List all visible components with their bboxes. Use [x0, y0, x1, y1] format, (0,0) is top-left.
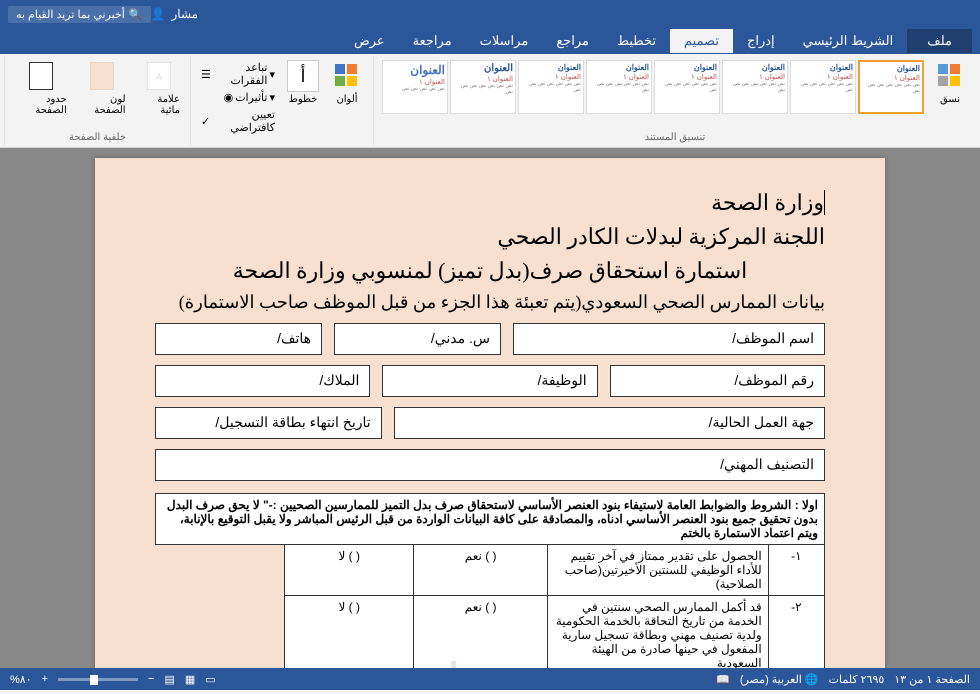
ribbon-tabs: ملف الشريط الرئيسي إدراج تصميم تخطيط مرا… [0, 28, 980, 54]
zoom-slider[interactable] [58, 678, 138, 681]
page-borders-icon [25, 60, 57, 92]
field-current-work[interactable]: جهة العمل الحالية/ [394, 407, 825, 439]
watermark-button[interactable]: A علامة مائية [134, 58, 184, 118]
fonts-icon: أ [287, 60, 319, 92]
tab-insert[interactable]: إدراج [733, 29, 789, 53]
colors-icon [331, 60, 363, 92]
document-area[interactable]: وزارة الصحة اللجنة المركزية لبدلات الكاد… [0, 148, 980, 668]
spacing-icon: ☰ [201, 68, 211, 81]
tab-view[interactable]: عرض [340, 29, 399, 53]
theme-tile[interactable]: العنوانالعنوان ١نص نص نص نص نص نص نص [586, 60, 652, 114]
tab-layout[interactable]: تخطيط [603, 29, 670, 53]
row-text[interactable]: قد أكمل الممارس الصحي سنتين في الخدمة من… [547, 596, 768, 669]
title-bar: مشار 👤 🔍 أخبرني بما تريد القيام به [0, 0, 980, 28]
view-print-icon[interactable]: ▦ [185, 673, 195, 686]
colors-label: ألوان [336, 94, 357, 105]
fonts-button[interactable]: أ خطوط [283, 58, 323, 107]
fonts-label: خطوط [289, 94, 318, 105]
effects-button[interactable]: ▾تأثيرات◉ [197, 90, 279, 105]
page-color-label: لون الصفحة [79, 94, 126, 116]
tab-references[interactable]: مراجع [542, 29, 603, 53]
row-num[interactable]: ٢- [768, 596, 824, 669]
theme-tile[interactable]: العنوانالعنوان ١نص نص نص نص نص نص نص [518, 60, 584, 114]
yes-option[interactable]: ( ) نعم [414, 545, 548, 596]
tab-mailings[interactable]: مراسلات [466, 29, 543, 53]
status-words[interactable]: ٢٦٩٥ كلمات [829, 673, 885, 686]
theme-tile[interactable]: العنوانالعنوان ١نص نص نص نص نص نص نص [858, 60, 924, 114]
field-emp-name[interactable]: اسم الموظف/ [513, 323, 825, 355]
user-icon[interactable]: 👤 [151, 7, 166, 21]
doc-h1[interactable]: وزارة الصحة [155, 190, 825, 216]
field-reg-expiry[interactable]: تاريخ انتهاء بطاقة التسجيل/ [155, 407, 382, 439]
search-icon: 🔍 [129, 8, 143, 21]
ribbon-content: نسق العنوانالعنوان ١نص نص نص نص نص نص نص… [0, 54, 980, 148]
row-text[interactable]: الحصول على تقدير ممتاز في آخر تقييم للأد… [547, 545, 768, 596]
no-option[interactable]: ( ) لا [285, 545, 414, 596]
field-prof-class[interactable]: التصنيف المهني/ [155, 449, 825, 481]
row-num[interactable]: ١- [768, 545, 824, 596]
zoom-level[interactable]: ٨٠% [10, 673, 32, 686]
page-color-button[interactable]: لون الصفحة [75, 58, 130, 118]
theme-tile[interactable]: العنوانالعنوان ١نص نص نص نص نص نص نص [722, 60, 788, 114]
colors-button[interactable]: ألوان [327, 58, 367, 107]
default-icon: ✓ [201, 115, 210, 128]
view-read-icon[interactable]: ▭ [205, 673, 215, 686]
page-borders-button[interactable]: حدود الصفحة [11, 58, 71, 118]
themes-label: نسق [940, 94, 960, 105]
watermark-icon: A [143, 60, 175, 92]
paragraph-spacing-button[interactable]: ▾تباعد الفقرات☰ [197, 60, 279, 88]
tab-design[interactable]: تصميم [670, 29, 733, 53]
theme-tile[interactable]: العنوانالعنوان ١نص نص نص نص نص [382, 60, 448, 114]
yes-option[interactable]: ( ) نعم [414, 596, 548, 669]
field-civil-id[interactable]: س. مدني/ [334, 323, 501, 355]
field-cadre[interactable]: الملاك/ [155, 365, 370, 397]
share-button[interactable]: مشار [172, 7, 199, 21]
page-color-icon [86, 60, 118, 92]
status-page[interactable]: الصفحة ١ من ١٣ [894, 673, 970, 686]
watermark-label: علامة مائية [138, 94, 180, 116]
field-job[interactable]: الوظيفة/ [382, 365, 597, 397]
effects-icon: ◉ [224, 91, 234, 104]
theme-tile[interactable]: العنوانالعنوان ١نص نص نص نص نص نص نص [654, 60, 720, 114]
tell-me-search[interactable]: 🔍 أخبرني بما تريد القيام به [8, 6, 151, 23]
table-header[interactable]: اولا : الشروط والضوابط العامة لاستيفاء ب… [156, 494, 825, 545]
tab-home[interactable]: الشريط الرئيسي [789, 29, 908, 53]
view-web-icon[interactable]: ▤ [164, 673, 174, 686]
theme-tile[interactable]: العنوانالعنوان ١نص نص نص نص نص نص نص [450, 60, 516, 114]
set-default-button[interactable]: تعيين كافتراضي✓ [197, 107, 279, 135]
themes-button[interactable]: نسق [930, 58, 970, 107]
doc-formatting-label: تنسيق المستند [380, 130, 970, 143]
tab-review[interactable]: مراجعة [399, 29, 466, 53]
themes-icon [934, 60, 966, 92]
svg-text:A: A [156, 72, 162, 82]
page[interactable]: وزارة الصحة اللجنة المركزية لبدلات الكاد… [95, 158, 885, 668]
field-emp-no[interactable]: رقم الموظف/ [610, 365, 825, 397]
status-lang[interactable]: 🌐 العربية (مصر) [740, 673, 819, 686]
search-placeholder: أخبرني بما تريد القيام به [16, 8, 125, 21]
page-borders-label: حدود الصفحة [15, 94, 67, 116]
doc-h2[interactable]: اللجنة المركزية لبدلات الكادر الصحي [155, 224, 825, 250]
page-background-label: خلفية الصفحة [11, 130, 184, 143]
doc-h4[interactable]: بيانات الممارس الصحي السعودي(يتم تعبئة ه… [155, 292, 825, 313]
tab-file[interactable]: ملف [907, 29, 972, 53]
requirements-table[interactable]: اولا : الشروط والضوابط العامة لاستيفاء ب… [155, 493, 825, 668]
status-accessibility-icon[interactable]: 📖 [716, 673, 730, 686]
doc-h3[interactable]: استمارة استحقاق صرف(بدل تميز) لمنسوبي وز… [155, 258, 825, 284]
field-phone[interactable]: هاتف/ [155, 323, 322, 355]
themes-gallery[interactable]: العنوانالعنوان ١نص نص نص نص نص نص نص الع… [380, 58, 926, 116]
no-option[interactable]: ( ) لا [285, 596, 414, 669]
zoom-out-button[interactable]: − [148, 673, 154, 685]
status-bar: الصفحة ١ من ١٣ ٢٦٩٥ كلمات 🌐 العربية (مصر… [0, 668, 980, 690]
zoom-in-button[interactable]: + [42, 673, 48, 685]
theme-tile[interactable]: العنوانالعنوان ١نص نص نص نص نص نص نص [790, 60, 856, 114]
